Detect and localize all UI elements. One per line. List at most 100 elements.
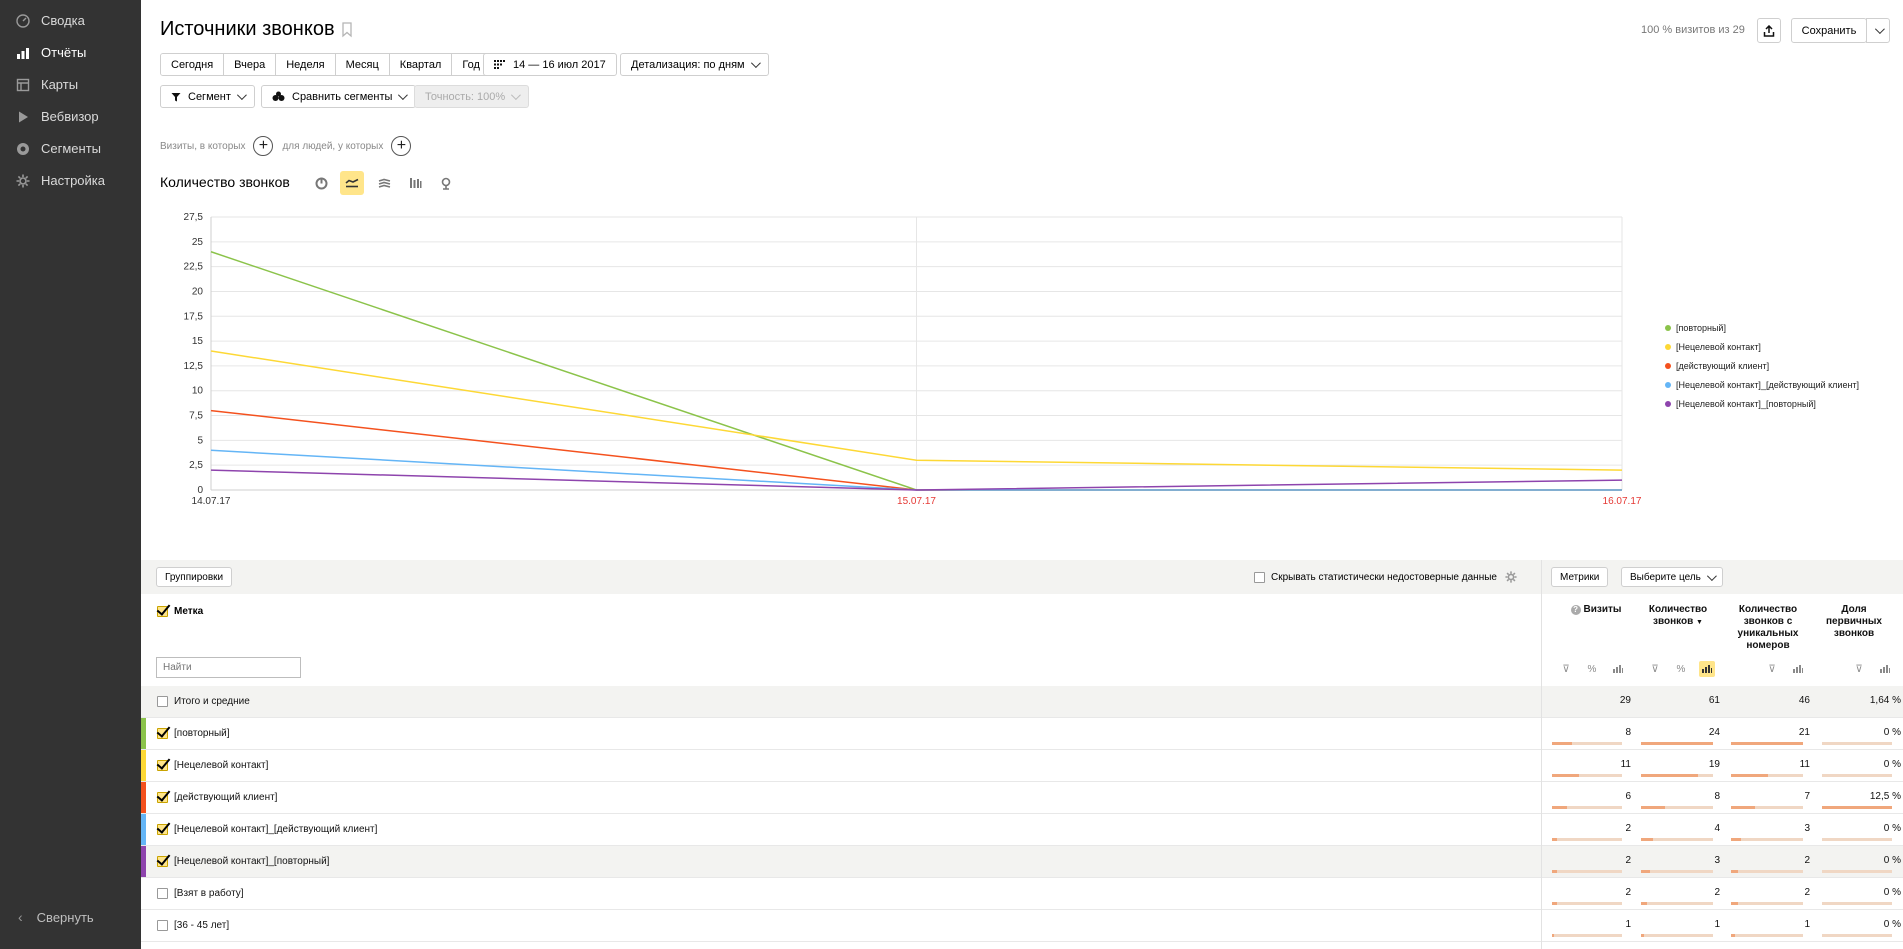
period-quarter[interactable]: Квартал [389,54,453,75]
total-calls: 61 [1708,695,1720,706]
x-tick-label: 14.07.17 [192,496,231,507]
sidebar-item-webvisor[interactable]: Вебвизор [0,103,141,131]
save-button[interactable]: Сохранить [1791,18,1867,43]
bookmark-icon[interactable] [341,22,353,38]
period-today[interactable]: Сегодня [161,54,225,75]
add-people-condition-button[interactable]: + [391,136,412,156]
filter-builder: Визиты, в которых + для людей, у которых… [160,136,420,156]
percent-icon[interactable]: % [1673,661,1689,677]
row-checkbox[interactable] [157,792,168,803]
goal-label: Выберите цель [1630,571,1701,583]
table-row[interactable]: [Взят в работу] 2 2 2 0 % [141,878,1903,910]
sidebar-item-summary[interactable]: Сводка [0,7,141,35]
table-row[interactable]: [действующий клиент] 6 8 7 12,5 % [141,782,1903,814]
row-checkbox[interactable] [157,920,168,931]
row-share-fill [1552,774,1579,777]
column-header-visits[interactable]: ? Визиты [1561,604,1631,616]
sidebar-item-reports[interactable]: Отчёты [0,39,141,67]
add-visit-condition-button[interactable]: + [253,136,274,156]
row-value: 3 [1804,823,1810,834]
help-icon[interactable]: ? [1570,605,1581,615]
row-value: 0 % [1883,759,1901,770]
chart-type-map[interactable] [434,171,458,195]
row-share-bar [1731,902,1803,905]
bars-icon[interactable] [1790,661,1806,677]
groupings-button[interactable]: Группировки [156,567,233,587]
column-header-label: Визиты [1583,604,1622,615]
row-checkbox[interactable] [157,856,168,867]
gear-icon[interactable] [1505,571,1517,583]
save-options-button[interactable] [1866,18,1890,43]
sidebar-item-maps[interactable]: Карты [0,71,141,99]
row-checkbox[interactable] [157,728,168,739]
export-button[interactable] [1757,18,1781,43]
bars-icon[interactable] [1699,661,1715,677]
legend-item[interactable]: [Нецелевой контакт] [1665,337,1859,356]
period-week[interactable]: Неделя [276,54,336,75]
detail-dropdown[interactable]: Детализация: по дням [620,53,769,76]
row-checkbox[interactable] [157,888,168,899]
accuracy-label: Точность: 100% [425,90,506,103]
row-checkbox[interactable] [157,824,168,835]
hide-unreliable-checkbox[interactable] [1254,571,1265,583]
row-value: 0 % [1883,887,1901,898]
table-row[interactable]: [Нецелевой контакт]_[повторный] 2 3 2 0 % [141,846,1903,878]
table-row[interactable]: [Нецелевой контакт] 11 19 11 0 % [141,750,1903,782]
table-row[interactable]: [36 - 45 лет] 1 1 1 0 % [141,910,1903,942]
period-yesterday[interactable]: Вчера [224,54,277,75]
legend-item[interactable]: [Нецелевой контакт]_[действующий клиент] [1665,375,1859,394]
bars-icon[interactable] [1877,661,1893,677]
y-tick-label: 25 [192,237,204,248]
search-input[interactable] [156,657,301,678]
y-tick-label: 10 [192,386,204,397]
column-header-unique-calls[interactable]: Количество звонков с уникальных номеров [1724,604,1812,652]
gear-icon [15,173,31,189]
legend-label: [Нецелевой контакт] [1676,341,1761,352]
chart-type-bar[interactable] [403,171,427,195]
select-all-checkbox[interactable] [157,606,168,617]
period-month[interactable]: Месяц [335,54,390,75]
sidebar-item-segments[interactable]: Сегменты [0,135,141,163]
total-primary-share: 1,64 % [1869,695,1901,706]
row-value: 21 [1798,727,1810,738]
row-checkbox[interactable] [157,760,168,771]
sidebar: Сводка Отчёты Карты Вебвизор Сегменты На… [0,0,141,949]
collapse-sidebar-button[interactable]: ‹ Свернуть [0,905,141,929]
chart-type-pie[interactable] [309,171,333,195]
dimension-header: Метка [157,606,203,617]
bars-icon[interactable] [1610,661,1626,677]
legend-item[interactable]: [Нецелевой контакт]_[повторный] [1665,394,1859,413]
filter-icon[interactable]: ⊽ [1558,661,1574,677]
row-share-bar [1552,838,1622,841]
column-header-primary-share[interactable]: Доля первичных звонков [1815,604,1893,640]
y-tick-label: 20 [192,286,204,297]
legend-item[interactable]: [повторный] [1665,318,1859,337]
legend-item[interactable]: [действующий клиент] [1665,356,1859,375]
table-row[interactable]: [Нецелевой контакт]_[действующий клиент]… [141,814,1903,846]
y-tick-label: 0 [197,485,203,496]
segment-button[interactable]: Сегмент [160,85,255,108]
filter-icon[interactable]: ⊽ [1764,661,1780,677]
line-chart-icon [345,178,359,188]
row-value: 1 [1625,919,1631,930]
sidebar-item-label: Сегменты [41,141,102,156]
sidebar-item-settings[interactable]: Настройка [0,167,141,195]
compare-segments-button[interactable]: Сравнить сегменты [261,85,417,108]
filter-icon[interactable]: ⊽ [1851,661,1867,677]
y-tick-label: 17,5 [184,311,204,322]
metrics-button[interactable]: Метрики [1551,567,1609,587]
column-header-calls[interactable]: Количество звонков ▼ [1634,604,1722,629]
percent-icon[interactable]: % [1584,661,1600,677]
goal-dropdown[interactable]: Выберите цель [1621,567,1723,587]
date-range-picker[interactable]: 14 — 16 июл 2017 [483,53,617,76]
chart-type-line[interactable] [340,171,364,195]
chart-type-area[interactable] [372,171,396,195]
row-share-bar [1552,774,1622,777]
filter-icon[interactable]: ⊽ [1647,661,1663,677]
row-share-fill [1641,870,1650,873]
total-row-checkbox[interactable] [157,696,168,707]
row-share-bar [1822,742,1892,745]
accuracy-dropdown[interactable]: Точность: 100% [414,85,530,108]
table-row[interactable]: [повторный] 8 24 21 0 % [141,718,1903,750]
hide-unreliable-toggle[interactable]: Скрывать статистически недостоверные дан… [1254,571,1517,583]
